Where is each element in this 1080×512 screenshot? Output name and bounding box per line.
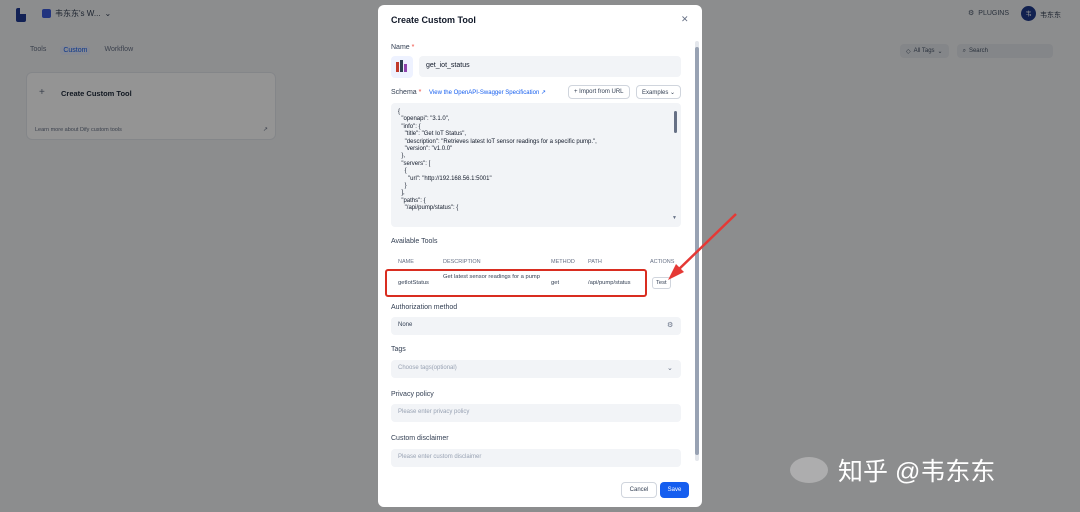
highlight-box — [385, 269, 647, 297]
test-button[interactable]: Test — [652, 277, 671, 289]
name-label: Name * — [391, 44, 415, 51]
import-from-url-button[interactable]: + Import from URL — [568, 85, 630, 99]
col-method: METHOD — [551, 259, 575, 265]
name-input[interactable]: get_iot_status — [419, 56, 681, 77]
examples-button[interactable]: Examples ⌄ — [636, 85, 682, 99]
scroll-down-icon[interactable]: ▼ — [672, 215, 677, 221]
tags-placeholder: Choose tags(optional) — [398, 365, 457, 371]
privacy-policy-input[interactable]: Please enter privacy policy — [391, 404, 681, 422]
chevron-down-icon: ⌄ — [667, 365, 673, 372]
col-name: NAME — [398, 259, 414, 265]
tags-select[interactable]: Choose tags(optional) ⌄ — [391, 360, 681, 378]
privacy-label: Privacy policy — [391, 391, 434, 398]
disclaimer-placeholder: Please enter custom disclaimer — [398, 454, 482, 460]
dialog-scrollbar[interactable] — [695, 41, 699, 461]
editor-scrollbar[interactable] — [674, 111, 677, 133]
settings-icon[interactable]: ⚙ — [667, 321, 673, 329]
close-icon[interactable]: ✕ — [681, 14, 689, 25]
create-custom-tool-dialog: Create Custom Tool ✕ Name * get_iot_stat… — [378, 5, 702, 507]
available-tools-label: Available Tools — [391, 238, 438, 245]
save-button[interactable]: Save — [660, 482, 689, 498]
custom-disclaimer-input[interactable]: Please enter custom disclaimer — [391, 449, 681, 467]
tools-table-header: NAME DESCRIPTION METHOD PATH ACTIONS — [391, 257, 683, 269]
auth-method-select[interactable]: None ⚙ — [391, 317, 681, 335]
tool-icon[interactable] — [391, 56, 413, 78]
tags-label: Tags — [391, 346, 406, 353]
disclaimer-label: Custom disclaimer — [391, 435, 449, 442]
col-actions: ACTIONS — [650, 259, 675, 265]
schema-label: Schema * — [391, 89, 422, 96]
auth-value: None — [398, 322, 413, 328]
scrollbar-thumb[interactable] — [695, 47, 699, 455]
external-link-icon: ↗ — [540, 90, 546, 96]
openapi-spec-link[interactable]: View the OpenAPI-Swagger Specification ↗ — [429, 89, 546, 96]
schema-editor[interactable]: { "openapi": "3.1.0", "info": { "title":… — [391, 103, 681, 227]
col-path: PATH — [588, 259, 602, 265]
watermark: 知乎 @韦东东 — [790, 452, 995, 488]
col-description: DESCRIPTION — [443, 259, 481, 265]
wechat-icon — [790, 457, 828, 483]
auth-label: Authorization method — [391, 304, 458, 311]
schema-code: { "openapi": "3.1.0", "info": { "title":… — [398, 109, 597, 212]
cancel-button[interactable]: Cancel — [621, 482, 657, 498]
dialog-title: Create Custom Tool — [391, 15, 476, 25]
privacy-placeholder: Please enter privacy policy — [398, 409, 470, 415]
watermark-text: 知乎 @韦东东 — [838, 458, 996, 486]
